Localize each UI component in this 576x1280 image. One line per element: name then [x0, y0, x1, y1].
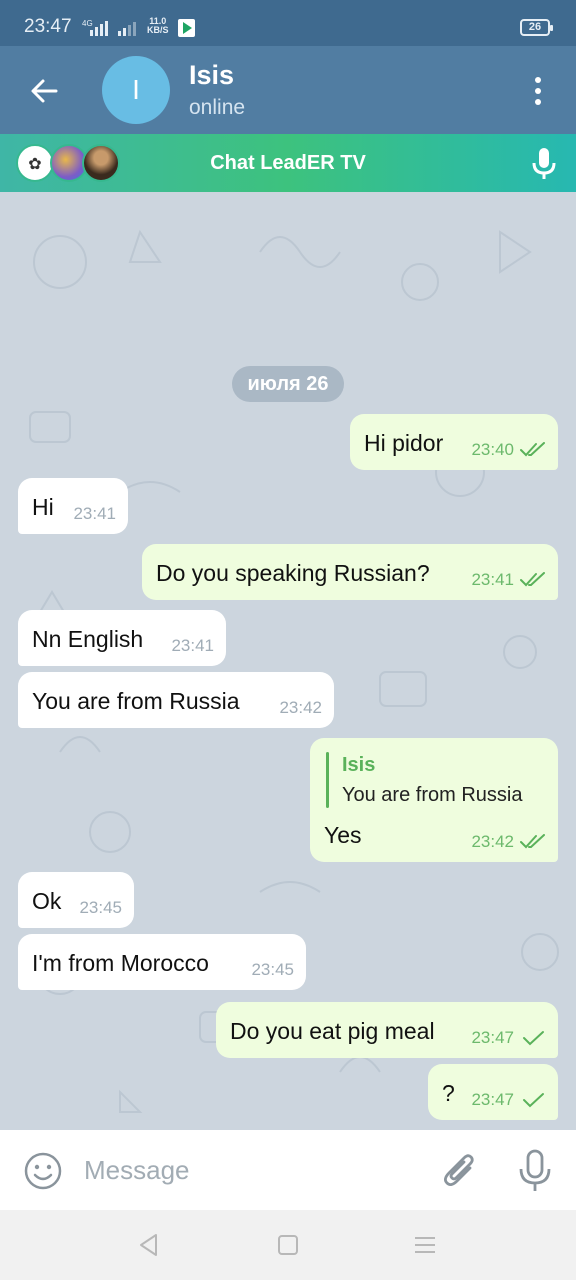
emoji-button[interactable] [22, 1150, 64, 1192]
message-input[interactable] [84, 1148, 424, 1192]
network-speed: 11.0 KB/S [147, 17, 169, 35]
nav-home-icon[interactable] [278, 1235, 298, 1255]
message-bubble-outgoing[interactable]: Do you speaking Russian? 23:41 [142, 544, 558, 600]
status-bar: 23:47 4G 11.0 KB/S 26 [0, 0, 576, 46]
back-arrow-icon [31, 79, 58, 103]
voice-chat-bar[interactable]: ✿ Chat LeadER TV [0, 134, 576, 192]
message-text: I'm from Morocco [32, 950, 209, 976]
chat-header: I Isis online [0, 46, 576, 134]
single-check-icon [523, 1093, 544, 1108]
voice-chat-title: Chat LeadER TV [210, 152, 366, 174]
message-text: Yes [324, 822, 362, 848]
message-time: 23:47 [471, 1028, 514, 1047]
message-bubble-outgoing[interactable]: Do you eat pig meal 23:47 [216, 1002, 558, 1058]
voice-chat-mic-button[interactable] [528, 146, 560, 182]
network-speed-unit: KB/S [147, 25, 169, 35]
reply-author[interactable]: Isis [342, 754, 375, 777]
date-separator: июля 26 [232, 366, 344, 402]
message-time: 23:47 [471, 1090, 514, 1109]
message-bubble-incoming[interactable]: Ok 23:45 [18, 872, 134, 928]
double-check-icon [520, 572, 545, 587]
message-text: You are from Russia [32, 688, 240, 714]
message-bubble-outgoing[interactable]: Hi pidor 23:40 [350, 414, 558, 470]
reply-text[interactable]: You are from Russia [342, 784, 522, 807]
attach-button[interactable] [440, 1150, 480, 1192]
microphone-icon [519, 1149, 551, 1191]
message-time: 23:45 [79, 898, 122, 917]
message-bubble-outgoing[interactable]: ? 23:47 [428, 1064, 558, 1120]
composer-bar [0, 1130, 576, 1210]
message-text: Do you eat pig meal [230, 1018, 435, 1044]
signal-strength-2-icon [118, 18, 136, 36]
nav-recents-icon[interactable] [414, 1236, 436, 1254]
message-list[interactable]: июля 26 Hi pidor 23:40 Hi 23:41 Do you s… [0, 192, 576, 1130]
chat-status: online [189, 96, 246, 119]
record-voice-button[interactable] [516, 1148, 554, 1194]
play-store-icon [178, 19, 195, 37]
reply-quote-bar [326, 752, 329, 808]
message-time: 23:41 [73, 504, 116, 523]
avatar[interactable]: I [102, 56, 170, 124]
message-bubble-incoming[interactable]: I'm from Morocco 23:45 [18, 934, 306, 990]
single-check-icon [523, 1031, 544, 1046]
status-time: 23:47 [24, 16, 72, 37]
message-bubble-incoming[interactable]: Hi 23:41 [18, 478, 128, 534]
message-time: 23:45 [251, 960, 294, 979]
double-check-icon [520, 442, 545, 457]
battery-icon: 26 [520, 19, 553, 36]
message-text: Nn English [32, 626, 144, 652]
more-vert-icon [524, 77, 552, 105]
attach-icon [444, 1154, 474, 1186]
double-check-icon [520, 834, 545, 849]
message-text: Do you speaking Russian? [156, 560, 430, 586]
back-button[interactable] [22, 69, 66, 113]
message-time: 23:41 [171, 636, 214, 655]
message-text: Hi pidor [364, 430, 444, 456]
message-text: Hi [32, 494, 54, 520]
system-navigation-bar [0, 1210, 576, 1280]
message-time: 23:40 [471, 440, 514, 459]
message-time: 23:42 [471, 832, 514, 851]
microphone-icon [532, 148, 556, 179]
signal-strength-icon [90, 18, 108, 36]
more-options-button[interactable] [524, 74, 552, 108]
message-time: 23:42 [279, 698, 322, 717]
nav-back-icon[interactable] [136, 1232, 162, 1258]
message-text: Ok [32, 888, 62, 914]
emoji-icon [24, 1152, 62, 1190]
message-time: 23:41 [471, 570, 514, 589]
message-text: ? [442, 1080, 455, 1106]
chat-title[interactable]: Isis [189, 60, 234, 91]
message-bubble-incoming[interactable]: Nn English 23:41 [18, 610, 226, 666]
message-bubble-incoming[interactable]: You are from Russia 23:42 [18, 672, 334, 728]
message-bubble-outgoing-reply[interactable]: Isis You are from Russia Yes 23:42 [310, 738, 558, 862]
